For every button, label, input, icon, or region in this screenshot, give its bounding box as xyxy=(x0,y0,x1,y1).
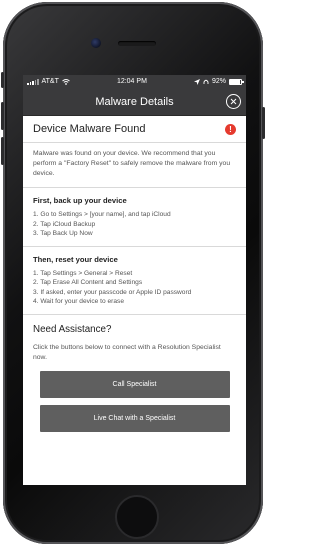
front-camera xyxy=(91,38,101,48)
volume-up-button xyxy=(1,102,4,130)
home-button[interactable] xyxy=(115,495,159,539)
carrier-label: AT&T xyxy=(41,78,59,85)
backup-step: 2. Tap iCloud Backup xyxy=(33,220,96,228)
reset-step: 4. Wait for your device to erase xyxy=(33,298,125,305)
signal-icon xyxy=(27,78,39,85)
status-left: AT&T xyxy=(27,78,70,85)
battery-icon xyxy=(228,78,244,85)
backup-heading: First, back up your device xyxy=(33,196,127,205)
status-bar: AT&T 12:04 PM 92% xyxy=(23,75,246,88)
call-specialist-button[interactable]: Call Specialist xyxy=(39,370,230,398)
intro-section: Malware was found on your device. We rec… xyxy=(23,143,246,188)
live-chat-button[interactable]: Live Chat with a Specialist xyxy=(39,404,230,432)
intro-text: Malware was found on your device. We rec… xyxy=(33,150,231,177)
status-right: 92% xyxy=(193,78,244,85)
reset-section: Then, reset your device 1. Tap Settings … xyxy=(23,247,246,315)
malware-found-header: Device Malware Found ! xyxy=(23,116,246,143)
reset-step: 2. Tap Erase All Content and Settings xyxy=(33,279,143,286)
location-icon xyxy=(193,78,200,85)
battery-percent: 92% xyxy=(211,78,226,85)
reset-step: 3. If asked, enter your passcode or Appl… xyxy=(33,288,192,296)
details-content: Device Malware Found ! Malware was found… xyxy=(23,116,246,432)
backup-section: First, back up your device 1. Go to Sett… xyxy=(23,188,246,247)
wifi-icon xyxy=(62,78,70,85)
reset-heading: Then, reset your device xyxy=(33,254,118,264)
earpiece-speaker xyxy=(118,41,156,46)
power-button xyxy=(262,107,265,139)
assistance-text: Click the buttons below to connect with … xyxy=(33,343,221,361)
nav-bar: Malware Details xyxy=(23,88,246,116)
malware-found-title: Device Malware Found xyxy=(33,123,146,135)
mute-switch xyxy=(1,72,4,88)
assistance-section: Need Assistance? Click the buttons below… xyxy=(23,315,246,432)
assistance-heading: Need Assistance? xyxy=(33,323,112,335)
phone-screen: AT&T 12:04 PM 92% Malware Details Device… xyxy=(23,75,246,485)
volume-down-button xyxy=(1,137,4,165)
backup-step: 3. Tap Back Up Now xyxy=(33,230,93,237)
close-button[interactable] xyxy=(226,94,241,109)
reset-step: 1. Tap Settings > General > Reset xyxy=(33,269,133,277)
clock-time: 12:04 PM xyxy=(116,78,147,85)
backup-step: 1. Go to Settings > [your name], and tap… xyxy=(33,211,171,218)
close-icon xyxy=(230,98,237,105)
headphones-icon xyxy=(203,79,209,84)
alert-icon: ! xyxy=(225,123,236,135)
page-title: Malware Details xyxy=(95,95,174,108)
